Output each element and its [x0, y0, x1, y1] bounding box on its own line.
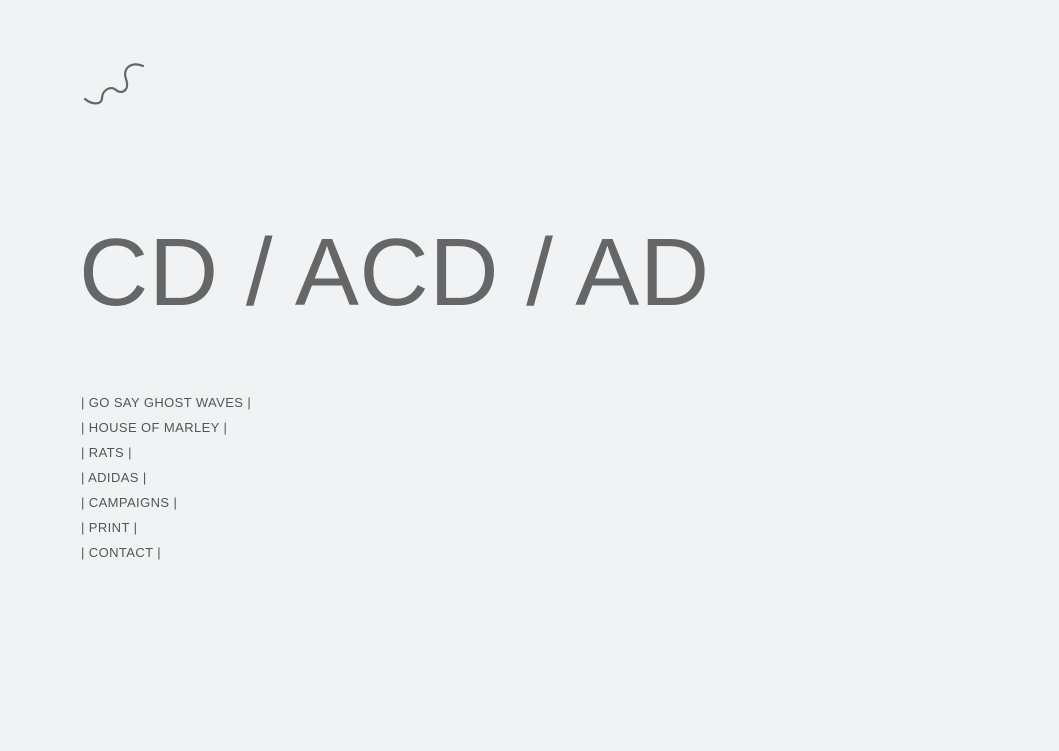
squiggle-wave-icon[interactable] — [82, 58, 146, 108]
nav-link-campaigns[interactable]: | CAMPAIGNS | — [81, 495, 177, 510]
nav-item-rats[interactable]: | RATS | — [81, 443, 251, 468]
squiggle-wave-icon-graphic — [83, 63, 145, 105]
nav-link-go-say-ghost-waves[interactable]: | GO SAY GHOST WAVES | — [81, 395, 251, 410]
nav-link-house-of-marley[interactable]: | HOUSE OF MARLEY | — [81, 420, 227, 435]
nav-item-contact[interactable]: | CONTACT | — [81, 543, 251, 568]
nav-link-print[interactable]: | PRINT | — [81, 520, 137, 535]
nav-item-house-of-marley[interactable]: | HOUSE OF MARLEY | — [81, 418, 251, 443]
nav-item-adidas[interactable]: | ADIDAS | — [81, 468, 251, 493]
nav-link-adidas[interactable]: | ADIDAS | — [81, 470, 147, 485]
nav-item-go-say-ghost-waves[interactable]: | GO SAY GHOST WAVES | — [81, 393, 251, 418]
nav-link-contact[interactable]: | CONTACT | — [81, 545, 161, 560]
nav-link-rats[interactable]: | RATS | — [81, 445, 132, 460]
page-title: CD / ACD / AD — [79, 219, 710, 326]
nav-item-print[interactable]: | PRINT | — [81, 518, 251, 543]
main-nav: | GO SAY GHOST WAVES | | HOUSE OF MARLEY… — [81, 393, 251, 568]
nav-item-campaigns[interactable]: | CAMPAIGNS | — [81, 493, 251, 518]
